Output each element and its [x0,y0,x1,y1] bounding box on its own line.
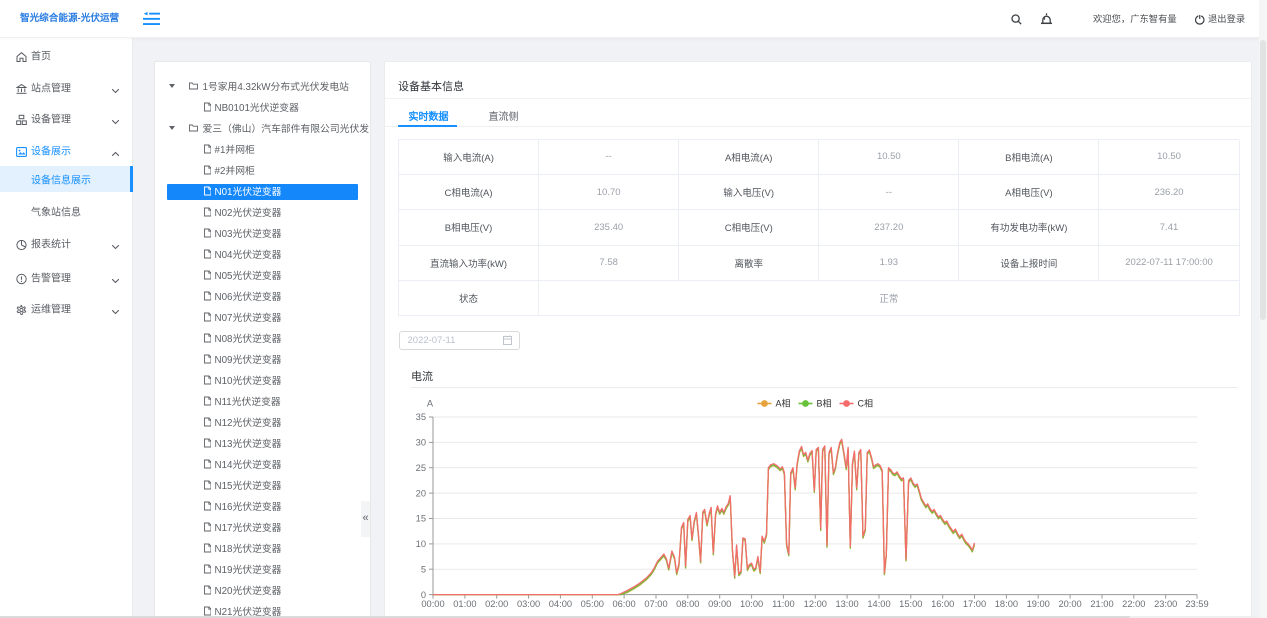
svg-text:A: A [427,399,434,409]
svg-text:14:00: 14:00 [867,599,890,609]
svg-text:A相: A相 [776,398,791,409]
svg-text:11:00: 11:00 [772,599,795,609]
svg-text:03:00: 03:00 [517,599,540,609]
svg-text:20:00: 20:00 [1058,599,1081,609]
svg-text:13:00: 13:00 [835,599,858,609]
svg-text:00:00: 00:00 [421,599,444,609]
svg-text:12:00: 12:00 [804,599,827,609]
svg-text:23:00: 23:00 [1154,599,1177,609]
svg-text:C相: C相 [858,398,874,409]
svg-text:08:00: 08:00 [676,599,699,609]
svg-text:19:00: 19:00 [1027,599,1050,609]
svg-text:30: 30 [416,438,426,448]
svg-text:02:00: 02:00 [485,599,508,609]
svg-text:07:00: 07:00 [644,599,667,609]
svg-text:15:00: 15:00 [899,599,922,609]
svg-text:17:00: 17:00 [963,599,986,609]
svg-text:09:00: 09:00 [708,599,731,609]
svg-text:15: 15 [416,514,426,524]
svg-text:21:00: 21:00 [1090,599,1113,609]
svg-text:B相: B相 [817,398,832,409]
svg-text:25: 25 [416,463,426,473]
svg-text:22:00: 22:00 [1122,599,1145,609]
svg-text:05:00: 05:00 [581,599,604,609]
svg-text:23:59: 23:59 [1185,599,1208,609]
svg-text:35: 35 [416,412,426,422]
svg-text:10:00: 10:00 [740,599,763,609]
svg-text:06:00: 06:00 [612,599,635,609]
svg-text:04:00: 04:00 [549,599,572,609]
svg-text:20: 20 [416,488,426,498]
svg-text:01:00: 01:00 [453,599,476,609]
svg-text:10: 10 [416,539,426,549]
svg-text:18:00: 18:00 [995,599,1018,609]
svg-text:16:00: 16:00 [931,599,954,609]
svg-text:5: 5 [421,564,426,574]
